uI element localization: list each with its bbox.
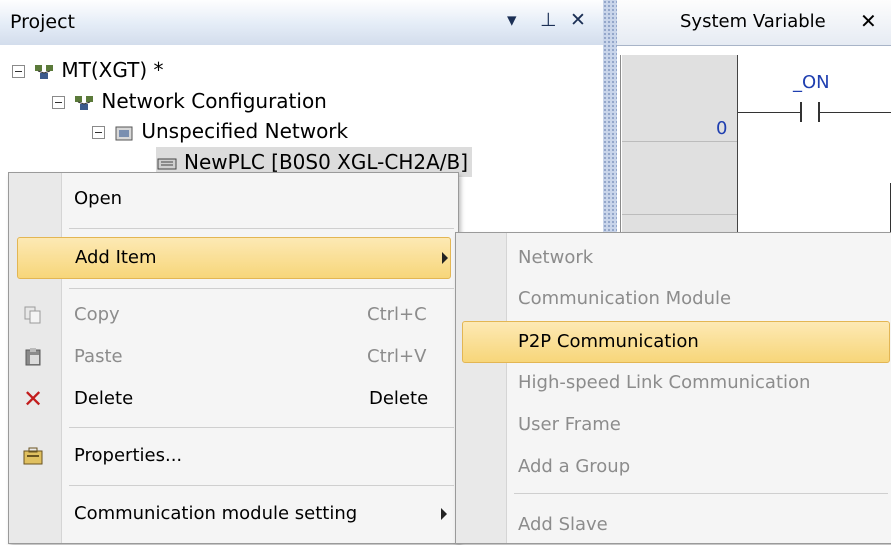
- properties-icon: [23, 447, 43, 465]
- row-number: 0: [716, 118, 728, 139]
- copy-icon: [24, 306, 41, 324]
- menu-item-label: User Frame: [518, 414, 621, 435]
- rung-wire: [820, 112, 891, 113]
- context-menu: Open Add Item Copy Ctrl+C Paste Ctrl+V ✕…: [8, 172, 459, 544]
- tab-close-icon[interactable]: ✕: [860, 9, 877, 33]
- submenu-item-add-slave[interactable]: Add Slave: [456, 505, 891, 545]
- menu-item-label: Paste: [74, 346, 123, 367]
- panel-header: Project ▾ ⊥ ✕: [0, 0, 603, 45]
- menu-item-label: Properties...: [74, 445, 183, 466]
- dropdown-icon[interactable]: ▾: [507, 9, 517, 31]
- menu-item-label: Network: [518, 247, 594, 268]
- menu-item-label: Delete: [74, 388, 134, 409]
- panel-title: Project: [10, 11, 76, 33]
- collapse-icon[interactable]: [12, 65, 25, 78]
- network-icon: [75, 95, 94, 110]
- row-divider: [622, 214, 737, 215]
- menu-separator: [514, 493, 888, 494]
- tree-item-project[interactable]: MT(XGT) *: [12, 55, 164, 85]
- tree-label: NewPLC [B0S0 XGL-CH2A/B]: [184, 150, 469, 174]
- menu-item-properties[interactable]: Properties...: [9, 436, 458, 476]
- tree-label: Network Configuration: [101, 89, 327, 113]
- menu-separator: [69, 288, 454, 289]
- rung-wire: [738, 112, 800, 113]
- menu-separator: [69, 427, 454, 428]
- submenu-item-network[interactable]: Network: [456, 238, 891, 278]
- menu-item-copy[interactable]: Copy Ctrl+C: [9, 295, 458, 335]
- submenu-arrow-icon: [441, 508, 447, 520]
- network-icon: [35, 64, 54, 79]
- menu-item-label: Communication module setting: [74, 503, 358, 524]
- submenu-item-user-frame[interactable]: User Frame: [456, 405, 891, 445]
- menu-separator: [69, 228, 454, 229]
- tree-label: Unspecified Network: [141, 119, 349, 143]
- menu-item-label: Copy: [74, 304, 120, 325]
- menu-item-label: P2P Communication: [518, 331, 699, 352]
- menu-item-delete[interactable]: ✕ Delete Delete: [9, 379, 458, 419]
- submenu-item-communication-module[interactable]: Communication Module: [456, 279, 891, 319]
- menu-item-add-item[interactable]: Add Item: [17, 237, 451, 279]
- menu-item-label: Add Slave: [518, 514, 608, 535]
- contact-left-bar: [800, 102, 802, 122]
- contact-label: _ON: [793, 72, 830, 93]
- tree-item-unspecified-network[interactable]: Unspecified Network: [92, 116, 348, 146]
- submenu-item-p2p-communication[interactable]: P2P Communication: [462, 321, 890, 363]
- collapse-icon[interactable]: [52, 96, 65, 109]
- delete-icon: ✕: [23, 385, 44, 413]
- pin-icon[interactable]: ⊥: [540, 9, 557, 31]
- paste-icon: [25, 348, 41, 366]
- tree-label: MT(XGT) *: [61, 58, 164, 82]
- tab-label: System Variable: [680, 11, 826, 32]
- shortcut-label: Delete: [369, 388, 429, 409]
- shortcut-label: Ctrl+C: [367, 304, 427, 325]
- row-divider: [622, 141, 737, 142]
- tree-item-network-configuration[interactable]: Network Configuration: [52, 86, 327, 116]
- folder-network-icon: [115, 126, 133, 140]
- submenu-arrow-icon: [442, 252, 448, 264]
- menu-item-label: Add a Group: [518, 456, 631, 477]
- menu-item-communication-module-setting[interactable]: Communication module setting: [9, 494, 458, 534]
- menu-separator: [69, 485, 454, 486]
- collapse-icon[interactable]: [92, 126, 105, 139]
- menu-item-open[interactable]: Open: [9, 179, 458, 219]
- shortcut-label: Ctrl+V: [367, 346, 427, 367]
- menu-item-paste[interactable]: Paste Ctrl+V: [9, 337, 458, 377]
- add-item-submenu: Network Communication Module P2P Communi…: [455, 232, 891, 544]
- menu-item-label: Add Item: [75, 247, 157, 268]
- submenu-item-high-speed-link[interactable]: High-speed Link Communication: [456, 363, 891, 403]
- menu-item-label: Communication Module: [518, 288, 732, 309]
- menu-item-label: High-speed Link Communication: [518, 372, 811, 393]
- menu-item-label: Open: [74, 188, 123, 209]
- close-icon[interactable]: ✕: [570, 9, 586, 31]
- submenu-item-add-group[interactable]: Add a Group: [456, 447, 891, 487]
- plc-icon: [157, 158, 177, 169]
